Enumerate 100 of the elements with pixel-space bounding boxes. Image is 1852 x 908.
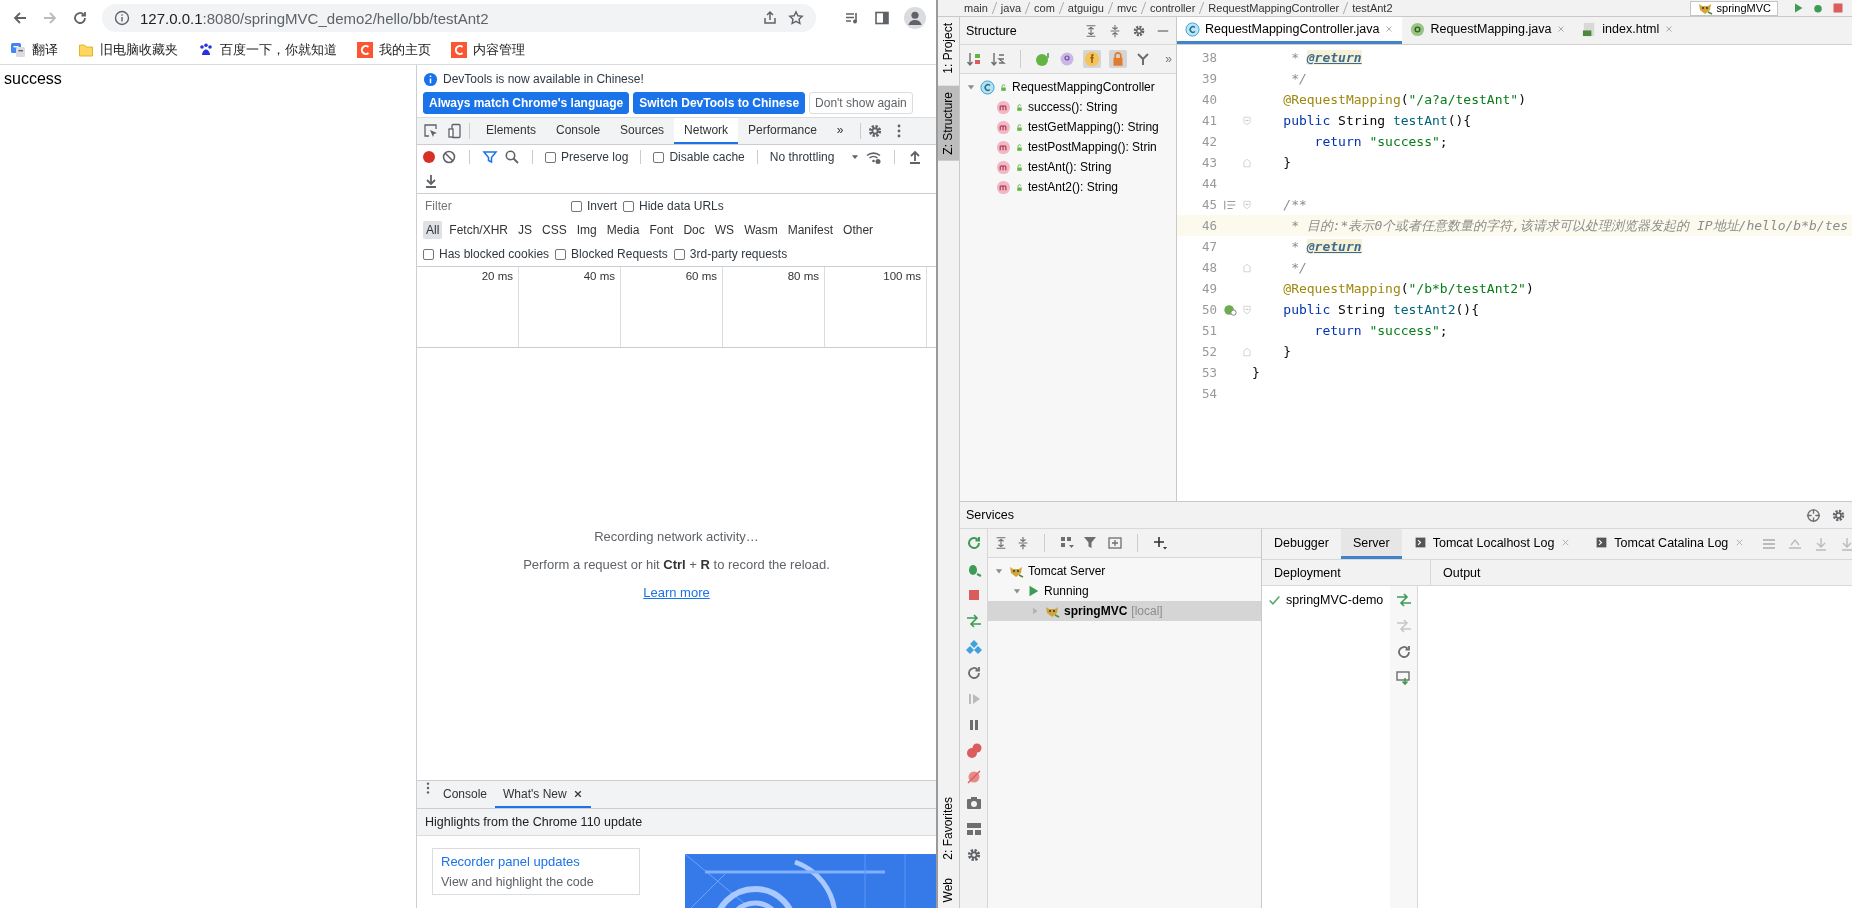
run-icon[interactable]	[1792, 2, 1804, 14]
news-card[interactable]: Recorder panel updates View and highlight the code	[432, 848, 640, 895]
breadcrumb-item[interactable]: java	[1000, 2, 1022, 14]
tool-window-tab[interactable]: Web	[938, 871, 959, 908]
type-filter[interactable]: Media	[603, 221, 643, 239]
stop-icon[interactable]	[1832, 2, 1844, 14]
download-icon[interactable]	[423, 173, 439, 189]
tree-item[interactable]: testAnt2(): String	[1028, 180, 1119, 194]
filter-icon[interactable]	[482, 149, 498, 165]
settings-icon[interactable]	[1132, 23, 1146, 38]
console-icon[interactable]	[1413, 536, 1427, 549]
mute-breakpoints-icon[interactable]	[965, 769, 982, 785]
inspect-icon[interactable]	[423, 123, 439, 139]
checkbox[interactable]	[555, 248, 567, 260]
type-filter[interactable]: Wasm	[741, 221, 781, 239]
expand-arrow-icon[interactable]	[966, 82, 976, 92]
checkbox[interactable]	[673, 248, 685, 260]
new-tree-icon[interactable]	[1107, 535, 1123, 551]
record-button[interactable]	[423, 151, 435, 163]
layout-icon[interactable]	[965, 821, 982, 837]
redeploy-icon[interactable]	[1395, 670, 1412, 686]
deploy-icon[interactable]	[965, 613, 982, 629]
settings-icon[interactable]	[1831, 507, 1846, 523]
breadcrumb-item[interactable]: atguigu	[1067, 2, 1104, 14]
panel-tab[interactable]: Performance	[738, 118, 827, 144]
add-icon[interactable]	[1152, 535, 1168, 551]
type-filter[interactable]: All	[423, 221, 443, 239]
star-icon[interactable]	[788, 10, 804, 26]
editor-tab[interactable]: index.html	[1574, 17, 1683, 44]
hierarchy-icon[interactable]	[1135, 51, 1151, 67]
more-button[interactable]: »	[1165, 52, 1172, 66]
network-settings-icon[interactable]	[866, 149, 883, 165]
bookmark[interactable]: 百度一下，你就知道	[220, 41, 337, 59]
service-tab[interactable]: Debugger	[1262, 529, 1341, 559]
settings-icon[interactable]	[965, 847, 982, 863]
expand-all-icon[interactable]	[994, 536, 1008, 550]
more-tabs[interactable]: »	[826, 118, 854, 144]
expand-all-icon[interactable]	[1084, 23, 1098, 38]
diamond-icon[interactable]	[965, 639, 982, 655]
checkbox[interactable]	[545, 151, 556, 163]
tree-item[interactable]: success(): String	[1028, 100, 1118, 114]
close-icon[interactable]	[572, 788, 583, 799]
target-icon[interactable]	[1806, 507, 1821, 523]
type-filter[interactable]: Other	[840, 221, 877, 239]
infobar-button[interactable]: Always match Chrome's language	[423, 92, 630, 114]
camera-icon[interactable]	[965, 795, 982, 811]
bean-icon[interactable]	[1223, 302, 1237, 317]
run-config-selector[interactable]: springMVC	[1689, 0, 1778, 16]
checkbox[interactable]	[571, 200, 582, 212]
bookmark[interactable]: 翻译	[32, 41, 58, 59]
back-icon[interactable]	[12, 10, 28, 26]
editor-tab[interactable]: RequestMappingController.java	[1177, 17, 1403, 44]
refresh-icon[interactable]	[965, 665, 982, 681]
panel-tab[interactable]: Sources	[610, 118, 675, 144]
throttling-select[interactable]: No throttling	[769, 150, 835, 164]
address-bar[interactable]: 127.0.0.1:8080/springMVC_demo2/hello/bb/testAnt2	[102, 4, 816, 32]
card-title[interactable]: Recorder panel updates	[441, 854, 631, 869]
editor-tab[interactable]: RequestMapping.java	[1402, 17, 1575, 44]
collapse-all-icon[interactable]	[1108, 23, 1122, 38]
service-tab[interactable]: Tomcat Catalina Log	[1583, 529, 1758, 559]
type-filter[interactable]: Img	[573, 221, 600, 239]
media-icon[interactable]	[844, 10, 860, 26]
type-filter[interactable]: Fetch/XHR	[446, 221, 512, 239]
tree-row[interactable]: Tomcat Server	[988, 561, 1261, 581]
side-panel-icon[interactable]	[874, 10, 890, 26]
panel-tab[interactable]: Console	[546, 118, 611, 144]
group-icon[interactable]	[1059, 535, 1075, 551]
deploy-icon[interactable]	[1395, 592, 1412, 608]
device-icon[interactable]	[447, 123, 463, 139]
bookmark[interactable]: 旧电脑收藏夹	[100, 41, 178, 59]
bookmark[interactable]: 内容管理	[473, 41, 525, 59]
tree-item[interactable]: testGetMapping(): String	[1028, 120, 1159, 134]
tool-window-tab[interactable]: 2: Favorites	[938, 790, 959, 866]
type-filter[interactable]: CSS	[539, 221, 570, 239]
tree-row[interactable]: Running	[988, 581, 1261, 601]
breadcrumb-item[interactable]: RequestMappingController	[1208, 2, 1340, 14]
sort-visibility-icon[interactable]	[966, 51, 982, 67]
panel-tab[interactable]: Network	[674, 118, 739, 144]
service-tab[interactable]: Server	[1340, 529, 1402, 559]
learn-more-link[interactable]: Learn more	[643, 584, 710, 600]
tree-item[interactable]: testAnt(): String	[1028, 160, 1112, 174]
breadcrumb-item[interactable]: mvc	[1116, 2, 1138, 14]
breadcrumb-item[interactable]: main	[964, 2, 988, 14]
tree-item[interactable]: testPostMapping(): Strin	[1028, 140, 1157, 154]
bookmark[interactable]: 我的主页	[379, 41, 431, 59]
clear-icon[interactable]	[441, 149, 457, 165]
tool-window-tab[interactable]: 1: Project	[938, 17, 959, 80]
rerun-icon[interactable]	[965, 535, 982, 551]
tree-row[interactable]: springMVC [local]	[988, 601, 1261, 621]
type-filter[interactable]: WS	[711, 221, 738, 239]
share-icon[interactable]	[762, 10, 778, 26]
type-filter[interactable]: Font	[646, 221, 677, 239]
filter-icon[interactable]	[1083, 535, 1099, 551]
collapse-all-icon[interactable]	[1016, 536, 1030, 550]
breakpoints-icon[interactable]	[965, 743, 982, 759]
infobar-button[interactable]: Switch DevTools to Chinese	[633, 92, 806, 114]
sort-alpha-icon[interactable]	[990, 51, 1006, 67]
search-icon[interactable]	[504, 149, 520, 165]
breadcrumb-item[interactable]: com	[1034, 2, 1055, 14]
type-filter[interactable]: Manifest	[784, 221, 837, 239]
